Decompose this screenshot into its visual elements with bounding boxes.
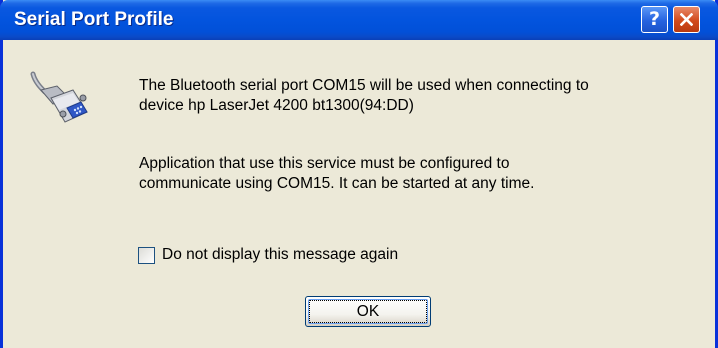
do-not-display-label[interactable]: Do not display this message again [162,246,398,264]
title-bar[interactable]: Serial Port Profile ? [0,0,718,40]
serial-port-profile-dialog: Serial Port Profile ? The Bluetooth seri… [0,0,718,348]
help-button[interactable]: ? [641,6,668,33]
close-icon [680,13,693,26]
connection-message: The Bluetooth serial port COM15 will be … [139,77,589,114]
do-not-display-option[interactable]: Do not display this message again [138,245,398,265]
serial-port-connector-icon [23,68,95,132]
window-title: Serial Port Profile [14,9,174,30]
ok-button[interactable]: OK [305,296,431,327]
close-button[interactable] [673,6,700,33]
ok-button-label: OK [308,299,428,324]
configuration-message: Application that use this service must b… [139,155,535,192]
do-not-display-checkbox[interactable] [138,246,155,264]
